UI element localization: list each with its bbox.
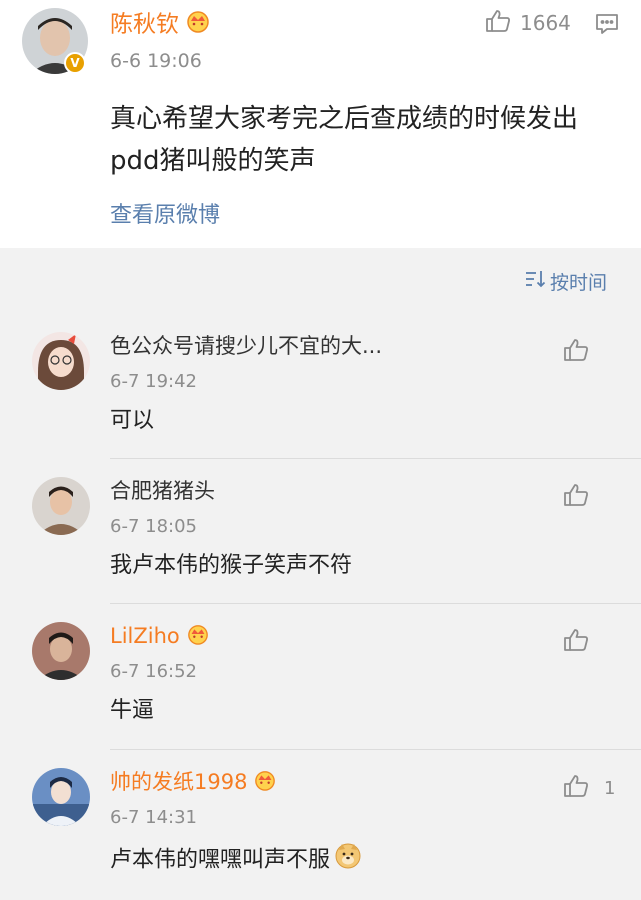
thumbs-up-icon — [562, 772, 590, 804]
comment-item: 帅的发纸1998 6-7 14:31 卢本伟的嘿嘿叫声不服 1 — [0, 754, 641, 899]
comments-section: 按时间 色公众号请搜少儿不宜的大... 6-7 19:42 可以 合肥猪猪头 6… — [0, 248, 641, 900]
comment-item: 合肥猪猪头 6-7 18:05 我卢本伟的猴子笑声不符 — [0, 463, 641, 608]
sort-icon — [524, 269, 550, 294]
commenter-name[interactable]: 帅的发纸1998 — [110, 770, 247, 794]
comment-timestamp: 6-7 19:42 — [110, 371, 197, 392]
comment-timestamp: 6-7 16:52 — [110, 661, 197, 682]
post-timestamp: 6-6 19:06 — [110, 50, 202, 72]
comment-like-count: 1 — [604, 777, 616, 799]
crown-icon — [253, 769, 277, 798]
comment-text: 可以 — [110, 408, 155, 433]
post-author-name[interactable]: 陈秋钦 — [110, 12, 179, 38]
comment-like-button[interactable] — [562, 481, 604, 513]
comment-text: 牛逼 — [110, 698, 155, 723]
thumbs-up-icon — [562, 336, 590, 368]
post-text: 真心希望大家考完之后查成绩的时候发出pdd猪叫般的笑声 — [110, 104, 579, 176]
comment-divider — [110, 749, 641, 750]
comment-text: 卢本伟的嘿嘿叫声不服 — [110, 847, 331, 873]
commenter-avatar[interactable] — [32, 477, 90, 535]
commenter-avatar[interactable] — [32, 332, 90, 390]
view-original-link[interactable]: 查看原微博 — [110, 197, 220, 229]
sort-by-time-button[interactable]: 按时间 — [524, 268, 607, 295]
doge-emoji-icon — [334, 842, 362, 879]
commenter-name[interactable]: 合肥猪猪头 — [110, 477, 215, 505]
commenter-name[interactable]: LilZiho — [110, 624, 180, 648]
comment-icon[interactable] — [594, 11, 620, 41]
commenter-avatar[interactable] — [32, 768, 90, 826]
sort-label: 按时间 — [549, 272, 607, 294]
comment-text: 我卢本伟的猴子笑声不符 — [110, 553, 353, 578]
crown-icon — [186, 623, 210, 652]
verified-badge-icon: V — [64, 52, 86, 74]
commenter-name[interactable]: 色公众号请搜少儿不宜的大... — [110, 332, 382, 360]
post-like-button[interactable]: 1664 — [484, 9, 571, 37]
comment-timestamp: 6-7 14:31 — [110, 807, 197, 828]
comment-like-button[interactable]: 1 — [562, 772, 615, 804]
post-like-count: 1664 — [520, 11, 571, 35]
comment-divider — [110, 458, 641, 459]
comment-item: LilZiho 6-7 16:52 牛逼 — [0, 608, 641, 753]
crown-icon — [185, 9, 211, 41]
comment-item: 色公众号请搜少儿不宜的大... 6-7 19:42 可以 — [0, 318, 641, 463]
comment-timestamp: 6-7 18:05 — [110, 516, 197, 537]
thumbs-up-icon — [562, 626, 590, 658]
comment-like-button[interactable] — [562, 626, 604, 658]
main-post: V 陈秋钦 6-6 19:06 1664 真心希望大家考完之后查成绩的时候发出p… — [0, 0, 641, 248]
commenter-avatar[interactable] — [32, 622, 90, 680]
comment-like-button[interactable] — [562, 336, 604, 368]
comment-divider — [110, 603, 641, 604]
thumbs-up-icon — [562, 481, 590, 513]
thumbs-up-icon — [484, 7, 512, 39]
